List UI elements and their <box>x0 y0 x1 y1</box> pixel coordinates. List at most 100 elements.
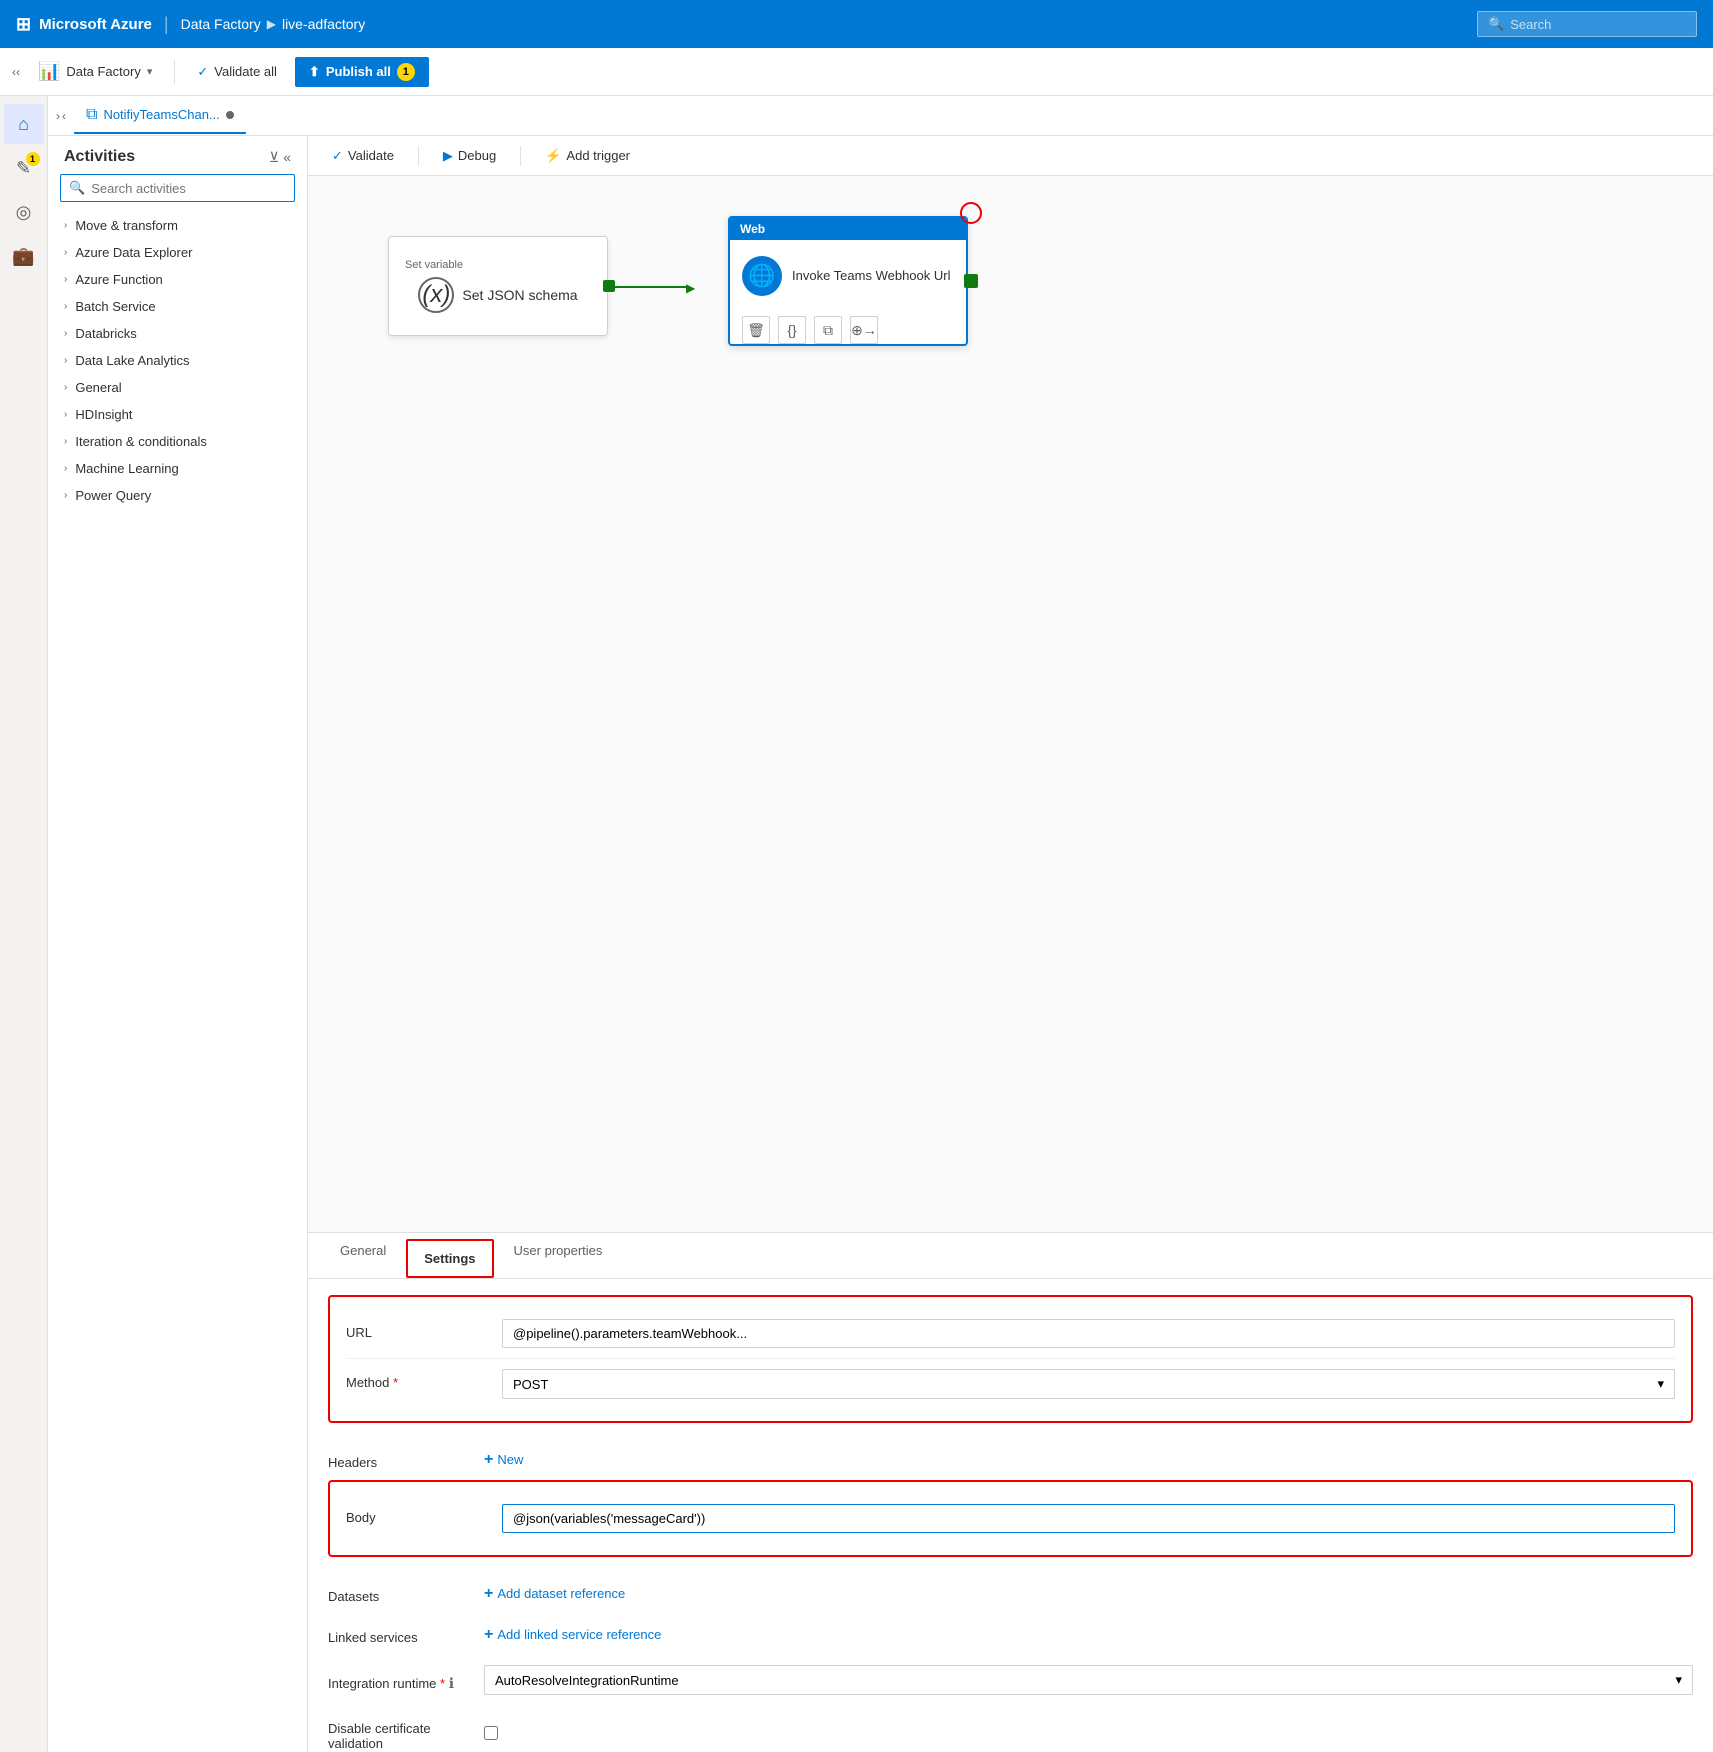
bar-chart-icon: 📊 <box>38 61 60 82</box>
tab-general[interactable]: General <box>324 1233 402 1278</box>
headers-new-button[interactable]: + New <box>484 1451 523 1469</box>
delete-node-button[interactable]: 🗑 <box>742 316 770 344</box>
disable-cert-checkbox[interactable] <box>484 1726 498 1740</box>
activity-power-query[interactable]: › Power Query <box>48 482 307 509</box>
pipeline-canvas[interactable]: Set variable (x) Set JSON schema ▶ <box>308 176 1713 1232</box>
url-row: URL <box>346 1309 1675 1358</box>
chevron-icon: › <box>64 463 67 474</box>
node-content: (x) Set JSON schema <box>418 277 577 313</box>
web-node[interactable]: Web 🌐 Invoke Teams Webhook Url 🗑 {} ⧉ ⊕→ <box>728 216 968 346</box>
play-icon: ▶ <box>443 148 453 164</box>
activity-azure-data-explorer[interactable]: › Azure Data Explorer <box>48 239 307 266</box>
settings-content: URL Method POST ▾ <box>308 1279 1713 1752</box>
info-icon[interactable]: ℹ <box>449 1675 454 1691</box>
chevron-icon: › <box>64 274 67 285</box>
brand-label: ⊞ Microsoft Azure <box>16 14 152 35</box>
add-linked-service-button[interactable]: + Add linked service reference <box>484 1626 661 1644</box>
code-node-button[interactable]: {} <box>778 316 806 344</box>
tab-bar: ›‹ ⧉ NotifiyTeamsChan... <box>48 96 1713 136</box>
pipeline-tab-icon: ⧉ <box>86 106 97 124</box>
activities-panel: Activities ⊻ « 🔍 › Move & transform <box>48 136 308 1752</box>
publish-all-button[interactable]: ⬆ Publish all 1 <box>295 57 429 87</box>
datasets-label: Datasets <box>328 1583 468 1604</box>
monitor-icon: ◎ <box>16 202 32 223</box>
data-factory-toolbar-item[interactable]: 📊 Data Factory ▾ <box>28 55 162 88</box>
icon-sidebar: ⌂ ✎ 1 ◎ 💼 <box>0 96 48 1752</box>
add-trigger-button[interactable]: ⚡ Add trigger <box>537 144 638 168</box>
method-row: Method POST ▾ <box>346 1358 1675 1409</box>
activity-databricks[interactable]: › Databricks <box>48 320 307 347</box>
dropdown-chevron-icon: ▾ <box>1657 1376 1664 1392</box>
activity-iteration-conditionals[interactable]: › Iteration & conditionals <box>48 428 307 455</box>
second-toolbar: ‹‹ 📊 Data Factory ▾ ✓ Validate all ⬆ Pub… <box>0 48 1713 96</box>
url-input[interactable] <box>502 1319 1675 1348</box>
activity-general[interactable]: › General <box>48 374 307 401</box>
body-input[interactable] <box>502 1504 1675 1533</box>
collapse-icon[interactable]: ⊻ <box>269 149 279 166</box>
error-indicator <box>960 202 982 224</box>
activities-search-box[interactable]: 🔍 <box>60 174 295 202</box>
activity-azure-function[interactable]: › Azure Function <box>48 266 307 293</box>
activities-controls[interactable]: ⊻ « <box>269 149 291 166</box>
activities-list: › Move & transform › Azure Data Explorer… <box>48 212 307 1752</box>
search-activities-input[interactable] <box>91 181 286 196</box>
briefcase-icon: 💼 <box>12 246 34 267</box>
canvas-toolbar: ✓ Validate ▶ Debug ⚡ Add trigger <box>308 136 1713 176</box>
add-dataset-button[interactable]: + Add dataset reference <box>484 1585 625 1603</box>
sidebar-collapse-chevrons[interactable]: ‹‹ <box>12 65 20 79</box>
connector-line <box>610 286 690 288</box>
connector-arrow: ▶ <box>686 281 695 295</box>
toolbar-sep-2 <box>520 146 521 166</box>
url-method-section: URL Method POST ▾ <box>328 1295 1693 1423</box>
plus-icon: + <box>484 1451 493 1469</box>
sidebar-monitor-button[interactable]: ◎ <box>4 192 44 232</box>
validate-all-button[interactable]: ✓ Validate all <box>187 58 287 86</box>
validate-button[interactable]: ✓ Validate <box>324 144 402 168</box>
headers-row: Headers + New <box>328 1439 1693 1480</box>
clone-node-button[interactable]: ⧉ <box>814 316 842 344</box>
settings-panel: General Settings User properties <box>308 1232 1713 1752</box>
chevron-icon: › <box>64 382 67 393</box>
tab-user-properties[interactable]: User properties <box>498 1233 619 1278</box>
tab-chevrons[interactable]: ›‹ <box>56 109 66 123</box>
datasets-row: Datasets + Add dataset reference <box>328 1573 1693 1614</box>
breadcrumb-arrow: ▶ <box>267 17 276 31</box>
connect-node-button[interactable]: ⊕→ <box>850 316 878 344</box>
search-bar[interactable]: 🔍 Search <box>1477 11 1697 37</box>
sidebar-home-button[interactable]: ⌂ <box>4 104 44 144</box>
activity-hdinsight[interactable]: › HDInsight <box>48 401 307 428</box>
breadcrumb-live-adfactory[interactable]: live-adfactory <box>282 16 365 32</box>
publish-badge: 1 <box>397 63 415 81</box>
breadcrumb-data-factory[interactable]: Data Factory <box>181 16 261 32</box>
chevron-icon: › <box>64 220 67 231</box>
globe-icon: 🌐 <box>742 256 782 296</box>
activity-machine-learning[interactable]: › Machine Learning <box>48 455 307 482</box>
expand-icon[interactable]: « <box>283 149 291 166</box>
linked-services-row: Linked services + Add linked service ref… <box>328 1614 1693 1655</box>
settings-tabs: General Settings User properties <box>308 1233 1713 1279</box>
variable-icon: (x) <box>418 277 454 313</box>
set-variable-node[interactable]: Set variable (x) Set JSON schema <box>388 236 608 336</box>
body-row: Body <box>346 1494 1675 1543</box>
activity-move-transform[interactable]: › Move & transform <box>48 212 307 239</box>
home-icon: ⌂ <box>18 114 29 135</box>
integration-runtime-row: Integration runtime * ℹ AutoResolveInteg… <box>328 1655 1693 1705</box>
linked-services-label: Linked services <box>328 1624 468 1645</box>
search-icon: 🔍 <box>69 180 85 196</box>
breadcrumb: Data Factory ▶ live-adfactory <box>181 16 366 32</box>
web-node-body: 🌐 Invoke Teams Webhook Url <box>730 240 966 312</box>
integration-runtime-select[interactable]: AutoResolveIntegrationRuntime ▾ <box>484 1665 1693 1695</box>
sidebar-manage-button[interactable]: 💼 <box>4 236 44 276</box>
upload-icon: ⬆ <box>309 64 320 80</box>
method-select[interactable]: POST ▾ <box>502 1369 1675 1399</box>
chevron-icon: › <box>64 328 67 339</box>
web-node-header: Web <box>730 218 966 240</box>
tab-settings[interactable]: Settings <box>406 1239 493 1278</box>
activity-data-lake-analytics[interactable]: › Data Lake Analytics <box>48 347 307 374</box>
sidebar-edit-button[interactable]: ✎ 1 <box>4 148 44 188</box>
pipeline-tab[interactable]: ⧉ NotifiyTeamsChan... <box>74 98 246 134</box>
debug-button[interactable]: ▶ Debug <box>435 144 504 168</box>
brand-logo: ⊞ <box>16 14 31 35</box>
disable-cert-row: Disable certificate validation <box>328 1705 1693 1752</box>
activity-batch-service[interactable]: › Batch Service <box>48 293 307 320</box>
